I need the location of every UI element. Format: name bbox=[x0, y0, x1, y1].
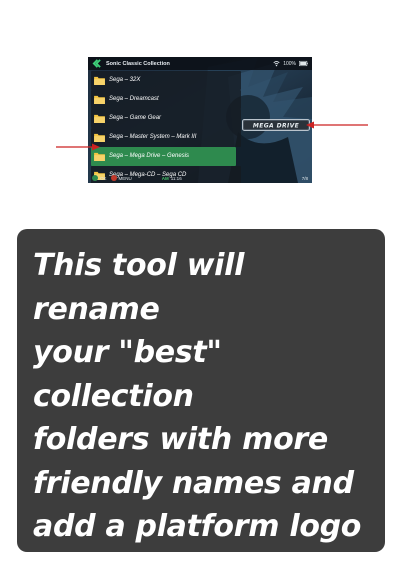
description-line: This tool will rename bbox=[33, 248, 245, 327]
list-item-label: Sega – Master System – Mark III bbox=[109, 134, 197, 141]
description-card: This tool will rename your "best" collec… bbox=[17, 229, 385, 580]
list-item-selected[interactable]: Sega – Mega Drive – Genesis bbox=[91, 147, 236, 166]
ok-label: OK bbox=[100, 175, 107, 181]
description-line: on each folder. bbox=[33, 552, 279, 580]
app-title: Sonic Classic Collection bbox=[106, 60, 170, 67]
list-item[interactable]: Sega – Game Gear bbox=[91, 109, 241, 128]
battery-icon bbox=[299, 60, 308, 67]
ok-hint[interactable]: OK bbox=[92, 175, 107, 181]
clock: AM 11:16 bbox=[162, 176, 182, 181]
status-area: 100% bbox=[273, 60, 312, 67]
menu-hint[interactable]: MENU bbox=[110, 175, 132, 181]
folder-icon bbox=[94, 133, 105, 142]
folder-icon bbox=[94, 95, 105, 104]
list-item-label: Sega – Dreamcast bbox=[109, 96, 159, 103]
menu-label: MENU bbox=[118, 175, 132, 181]
battery-percent: 100% bbox=[283, 60, 296, 67]
description-text: This tool will rename your "best" collec… bbox=[33, 244, 378, 580]
device-screenshot: Sonic Classic Collection 100% Sega – 32X… bbox=[88, 57, 312, 183]
a-button-icon bbox=[92, 175, 98, 181]
list-item[interactable]: Sega – Dreamcast bbox=[91, 90, 241, 109]
list-item-label: Sega – Mega Drive – Genesis bbox=[109, 153, 190, 160]
folder-icon bbox=[94, 76, 105, 85]
clock-time: 11:16 bbox=[170, 175, 182, 181]
chevron-left-icon[interactable] bbox=[90, 57, 103, 70]
description-line: friendly names and bbox=[33, 465, 354, 501]
folder-icon bbox=[94, 152, 105, 161]
top-bar: Sonic Classic Collection 100% bbox=[88, 57, 312, 70]
list-item[interactable]: Sega – Master System – Mark III bbox=[91, 128, 241, 147]
folder-icon bbox=[94, 114, 105, 123]
list-item-label: Sega – Game Gear bbox=[109, 115, 162, 122]
bottom-bar: OK MENU AM 11:16 7/8 bbox=[88, 173, 312, 183]
description-line: your "best" collection bbox=[33, 335, 222, 414]
platform-logo-text: MEGA DRIVE bbox=[253, 123, 300, 130]
platform-logo: MEGA DRIVE bbox=[242, 119, 310, 131]
arrow-to-selected-row bbox=[56, 143, 100, 151]
wifi-icon bbox=[273, 60, 280, 67]
clock-ampm: AM bbox=[161, 175, 169, 181]
list-item[interactable]: Sega – 32X bbox=[91, 71, 241, 90]
arrow-to-platform-logo bbox=[306, 121, 368, 129]
description-line: add a platform logo bbox=[33, 509, 362, 544]
page-count: 7/8 bbox=[301, 175, 308, 181]
list-item-label: Sega – 32X bbox=[109, 77, 141, 84]
description-line: folders with more bbox=[33, 422, 328, 457]
folder-list: Sega – 32X Sega – Dreamcast Sega – Game … bbox=[91, 71, 241, 183]
menu-button-icon bbox=[110, 175, 117, 181]
